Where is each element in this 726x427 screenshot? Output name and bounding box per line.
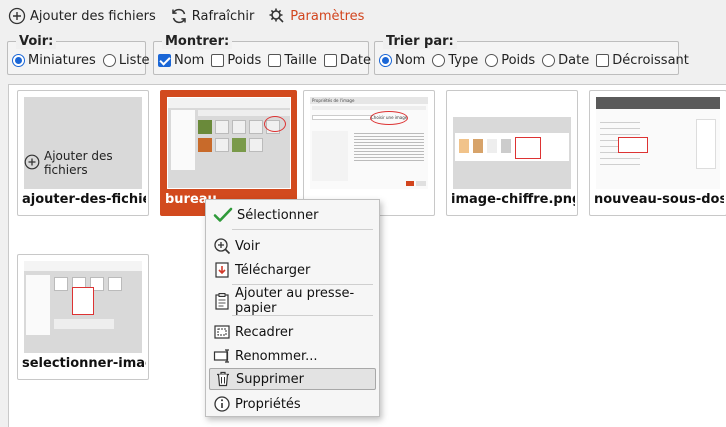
checkbox-size[interactable] [268, 54, 282, 67]
settings-label: Paramètres [290, 8, 365, 24]
view-group: Voir: Miniatures Liste [7, 34, 150, 75]
show-option-weight[interactable]: Poids [211, 53, 261, 68]
file-name: selectionner-image [22, 356, 146, 371]
plus-circle-icon [8, 7, 26, 25]
plus-circle-icon [24, 154, 40, 173]
add-files-thumb-label: Ajouter des fichiers [44, 149, 113, 177]
file-tile-nouveau-sous-dossier[interactable]: nouveau-sous-doss [589, 90, 726, 216]
settings-button[interactable]: Paramètres [268, 7, 364, 25]
menu-item-rename[interactable]: Renommer... [209, 345, 376, 367]
file-name: nouveau-sous-doss [594, 192, 724, 207]
checkbox-date[interactable] [323, 54, 337, 67]
sort-option-date[interactable]: Date [542, 53, 589, 68]
file-name: image-chiffre.png [451, 192, 575, 207]
radio-sort-date[interactable] [542, 54, 556, 67]
sort-descending[interactable]: Décroissant [596, 53, 689, 68]
thumbnail: Ajouter des fichiers [24, 97, 142, 189]
view-option-thumbnails[interactable]: Miniatures [12, 53, 96, 68]
refresh-label: Rafraîchir [191, 8, 255, 24]
show-group: Montrer: Nom Poids Taille Date [153, 34, 371, 75]
file-tile-selectionner-image[interactable]: selectionner-image [17, 254, 149, 380]
thumbnail [453, 97, 571, 189]
rename-icon [213, 347, 231, 365]
menu-item-crop[interactable]: Recadrer [209, 321, 376, 343]
checkbox-weight[interactable] [211, 54, 225, 67]
checkbox-name[interactable] [158, 54, 171, 67]
zoom-plus-icon [213, 237, 231, 255]
menu-item-delete[interactable]: Supprimer [209, 368, 376, 390]
show-option-size[interactable]: Taille [268, 53, 317, 68]
thumbnail: Propriétés de l'image Choisir une image [310, 97, 428, 189]
gear-search-icon [268, 7, 286, 25]
download-icon [213, 261, 231, 279]
file-name: ajouter-des-fichiers [22, 192, 146, 207]
view-option-list[interactable]: Liste [102, 53, 150, 68]
toolbar: Ajouter des fichiers Rafraîchir Paramètr… [8, 5, 364, 27]
trash-icon [214, 370, 232, 388]
clipboard-icon [213, 292, 231, 310]
checkbox-descending[interactable] [596, 54, 610, 67]
sort-option-type[interactable]: Type [432, 53, 478, 68]
file-tile-add-files[interactable]: Ajouter des fichiers ajouter-des-fichier… [17, 90, 149, 216]
file-tile-image-chiffre[interactable]: image-chiffre.png [446, 90, 578, 216]
menu-separator [232, 284, 373, 285]
show-group-title: Montrer: [162, 34, 233, 49]
radio-sort-name[interactable] [379, 54, 392, 67]
menu-separator [232, 315, 373, 316]
menu-separator [232, 229, 373, 230]
crop-icon [213, 323, 231, 341]
refresh-button[interactable]: Rafraîchir [170, 7, 255, 25]
add-files-button[interactable]: Ajouter des fichiers [8, 7, 156, 25]
radio-sort-weight[interactable] [485, 54, 499, 67]
thumbnail [24, 261, 142, 353]
sort-option-weight[interactable]: Poids [485, 53, 535, 68]
radio-sort-type[interactable] [432, 54, 446, 67]
menu-item-clipboard[interactable]: Ajouter au presse-papier [209, 286, 376, 316]
file-tile-choisir-une-image[interactable]: Propriétés de l'image Choisir une image … [303, 90, 435, 216]
menu-item-select[interactable]: Sélectionner [209, 204, 376, 226]
add-files-label: Ajouter des fichiers [30, 8, 156, 24]
check-icon [213, 206, 233, 224]
info-icon [213, 395, 231, 413]
show-option-name[interactable]: Nom [158, 53, 204, 68]
show-option-date[interactable]: Date [323, 53, 371, 68]
menu-item-download[interactable]: Télécharger [209, 259, 376, 281]
file-tile-bureau[interactable]: bureau [160, 90, 297, 216]
view-group-title: Voir: [16, 34, 57, 49]
sort-option-name[interactable]: Nom [379, 53, 425, 68]
menu-item-view[interactable]: Voir [209, 235, 376, 257]
refresh-icon [170, 7, 188, 25]
menu-item-properties[interactable]: Propriétés [209, 393, 376, 415]
sort-group: Trier par: Nom Type Poids Date Décroissa… [374, 34, 689, 75]
radio-thumbnails[interactable] [12, 54, 25, 67]
radio-list[interactable] [102, 54, 116, 67]
context-menu: Sélectionner Voir Télécharger Ajouter au… [205, 199, 380, 417]
thumbnail [596, 97, 720, 189]
thumbnail [167, 97, 291, 189]
sort-group-title: Trier par: [383, 34, 457, 49]
